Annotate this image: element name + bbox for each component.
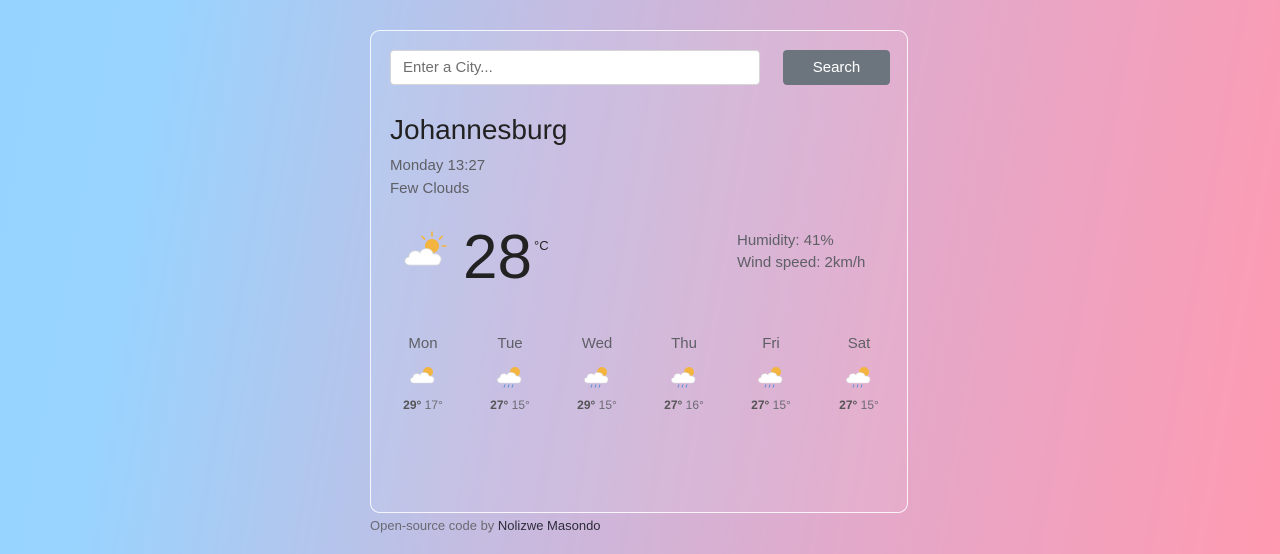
forecast-max-temp: 27° — [664, 398, 683, 412]
forecast-min-temp: 15° — [598, 398, 617, 412]
forecast-temps: 27° 15° — [728, 398, 814, 412]
forecast-temps: 27° 15° — [467, 398, 553, 412]
humidity-label: Humidity: — [737, 232, 804, 249]
forecast-temps: 29° 17° — [380, 398, 466, 412]
humidity-value: 41% — [803, 232, 834, 249]
city-name: Johannesburg — [390, 114, 568, 145]
weather-description: Few Clouds — [390, 180, 470, 197]
forecast-max-temp: 27° — [839, 398, 858, 412]
forecast-day-name: Tue — [497, 335, 523, 352]
current-temperature: 28 — [463, 223, 532, 292]
forecast-day: Mon 29° 17° — [380, 335, 466, 412]
wind-line: Wind speed: 2km/h — [737, 252, 865, 274]
forecast-day: Wed 29° 15° — [554, 335, 640, 412]
source-code-link[interactable]: Open-source code — [370, 518, 477, 533]
forecast-min-temp: 15° — [860, 398, 879, 412]
forecast-day: Fri 27° 15° — [728, 335, 814, 412]
forecast-min-temp: 17° — [424, 398, 443, 412]
forecast-temps: 27° 16° — [641, 398, 727, 412]
forecast-min-temp: 16° — [685, 398, 704, 412]
footer: Open-source code by Nolizwe Masondo — [370, 518, 601, 533]
footer-by-text: by — [476, 518, 498, 533]
forecast-max-temp: 29° — [403, 398, 422, 412]
forecast-day: Sat 27° 15° — [816, 335, 902, 412]
forecast-temps: 27° 15° — [816, 398, 902, 412]
forecast-max-temp: 29° — [577, 398, 596, 412]
sun-behind-cloud-icon — [404, 231, 447, 266]
forecast-day: Tue 27° 15° — [467, 335, 553, 412]
forecast-day-name: Wed — [581, 335, 613, 352]
search-form: Search — [390, 50, 890, 86]
partly-cloudy-icon — [410, 367, 435, 384]
author-link[interactable]: Nolizwe Masondo — [498, 518, 601, 533]
rain-cloud-icon — [497, 367, 522, 388]
current-datetime: Monday 13:27 — [390, 157, 486, 174]
rain-cloud-icon — [758, 367, 783, 388]
wind-value: 2km/h — [824, 254, 866, 271]
rain-cloud-icon — [584, 367, 609, 388]
forecast-day-name: Thu — [671, 335, 697, 352]
forecast-min-temp: 15° — [511, 398, 530, 412]
search-button[interactable]: Search — [783, 50, 890, 85]
city-search-input[interactable] — [390, 50, 760, 85]
forecast-day: Thu 27° 16° — [641, 335, 727, 412]
forecast-day-name: Mon — [408, 335, 438, 352]
wind-label: Wind speed: — [737, 254, 825, 271]
rain-cloud-icon — [846, 367, 871, 388]
forecast-temps: 29° 15° — [554, 398, 640, 412]
forecast-min-temp: 15° — [772, 398, 791, 412]
forecast-row: Mon 29° 17° Tue 27° 15° Wed 29° 15° Thu 27° 16°… — [380, 335, 904, 425]
forecast-max-temp: 27° — [751, 398, 770, 412]
humidity-line: Humidity: 41% — [737, 230, 865, 252]
forecast-max-temp: 27° — [490, 398, 509, 412]
weather-details: Humidity: 41% Wind speed: 2km/h — [737, 230, 865, 274]
weather-card: Search Johannesburg Monday 13:27 Few Clo… — [370, 30, 908, 513]
temperature-unit: °C — [534, 238, 549, 253]
rain-cloud-icon — [671, 367, 696, 388]
forecast-day-name: Sat — [847, 335, 871, 352]
forecast-day-name: Fri — [762, 335, 780, 352]
